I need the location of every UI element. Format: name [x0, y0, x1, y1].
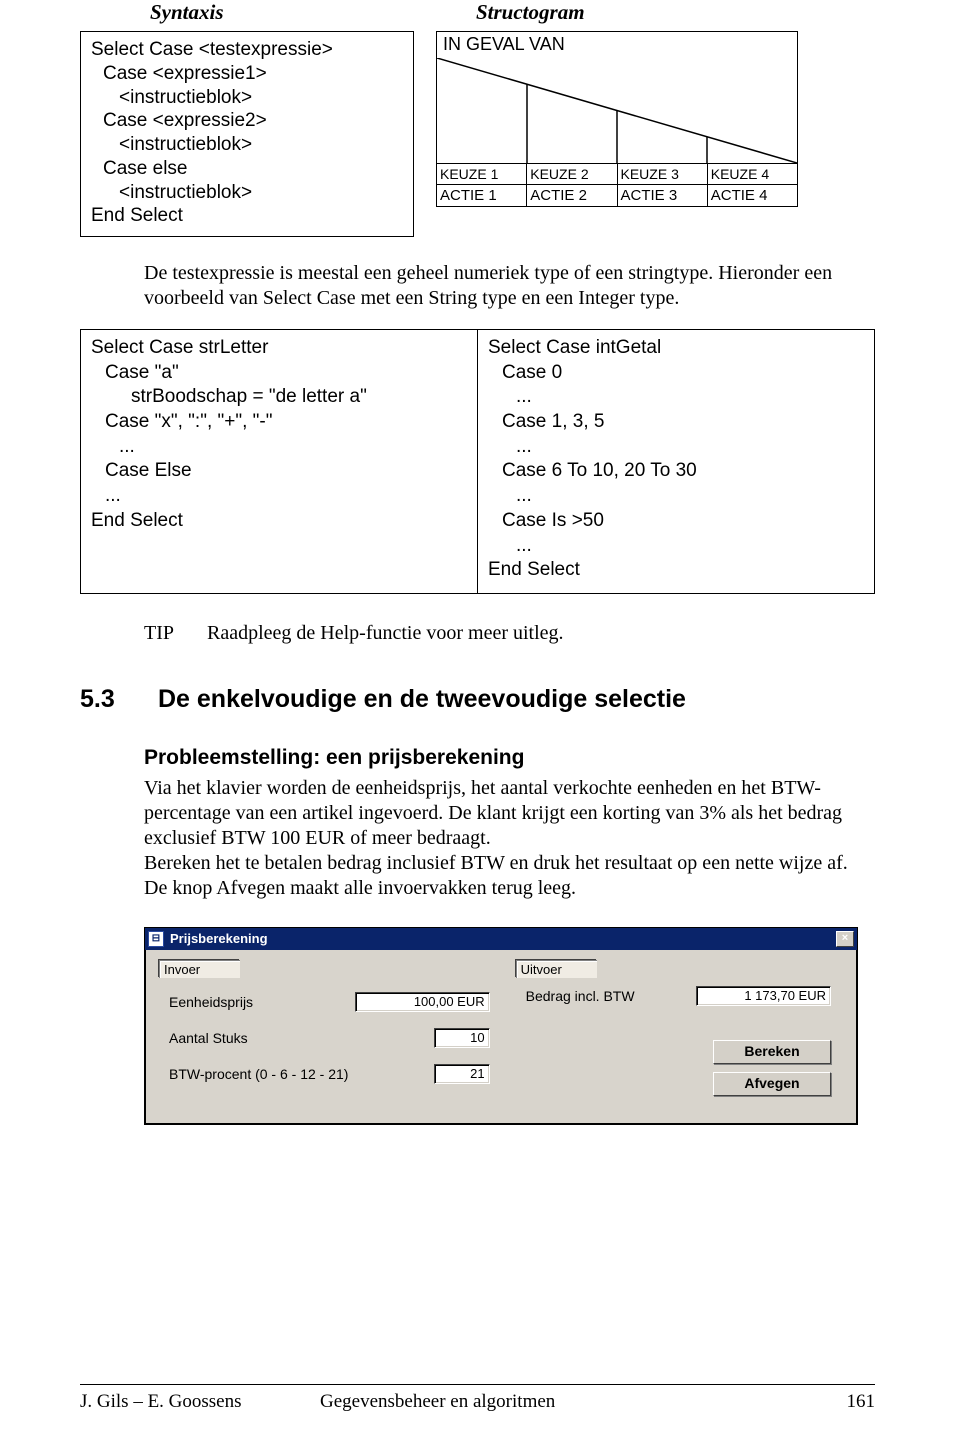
problem-paragraph: Via het klavier worden de eenheidsprijs,…	[144, 776, 875, 851]
heading-syntaxis: Syntaxis	[80, 0, 414, 25]
code-line: ...	[488, 435, 864, 460]
code-line: Case <expressie2>	[91, 109, 403, 133]
structogram-actie-row: ACTIE 1 ACTIE 2 ACTIE 3 ACTIE 4	[437, 184, 797, 206]
heading-structogram: Structogram	[436, 0, 875, 25]
code-line: End Select	[91, 204, 403, 228]
footer-title: Gegevensbeheer en algoritmen	[320, 1391, 815, 1413]
footer-rule	[80, 1384, 875, 1385]
example-right-box: Select Case intGetal Case 0 ... Case 1, …	[477, 329, 875, 594]
footer-authors: J. Gils – E. Goossens	[80, 1391, 320, 1413]
problem-heading: Probleemstelling: een prijsberekening	[144, 746, 875, 770]
fieldset-legend-invoer: Invoer	[159, 960, 240, 978]
code-line: ...	[488, 534, 864, 559]
structogram-box: IN GEVAL VAN KEUZE 1 KEUZE 2 KEUZE 3 KEU…	[436, 31, 798, 207]
input-btw[interactable]: 21	[434, 1064, 490, 1084]
label-bedrag: Bedrag incl. BTW	[526, 988, 688, 1004]
code-line: ...	[91, 484, 467, 509]
fieldset-invoer: Invoer Eenheidsprijs 100,00 EUR Aantal S…	[159, 962, 500, 1106]
structogram-keuze-row: KEUZE 1 KEUZE 2 KEUZE 3 KEUZE 4	[437, 163, 797, 184]
code-line: Case "x", ":", "+", "-"	[91, 410, 467, 435]
structogram-cell: KEUZE 2	[527, 164, 617, 184]
code-line: <instructieblok>	[91, 86, 403, 110]
section-number: 5.3	[80, 685, 130, 714]
syntax-box: Select Case <testexpressie> Case <expres…	[80, 31, 414, 237]
form-titlebar: ⊟ Prijsberekening ×	[145, 928, 857, 950]
code-line: ...	[488, 385, 864, 410]
fieldset-legend-uitvoer: Uitvoer	[516, 960, 597, 978]
structogram-header: IN GEVAL VAN	[437, 32, 797, 58]
code-line: Case 1, 3, 5	[488, 410, 864, 435]
structogram-cell: KEUZE 3	[618, 164, 708, 184]
structogram-cell: KEUZE 4	[708, 164, 797, 184]
code-line: Select Case <testexpressie>	[91, 38, 403, 62]
code-line: Case 6 To 10, 20 To 30	[488, 459, 864, 484]
example-left-box: Select Case strLetter Case "a" strBoodsc…	[80, 329, 478, 594]
label-aantal: Aantal Stuks	[169, 1030, 426, 1046]
form-window: ⊟ Prijsberekening × Invoer Eenheidsprijs…	[144, 927, 858, 1125]
code-line: End Select	[91, 509, 467, 534]
output-bedrag: 1 173,70 EUR	[696, 986, 831, 1006]
tip-label: TIP	[144, 622, 202, 645]
label-eenheidsprijs: Eenheidsprijs	[169, 994, 347, 1010]
structogram-cell: ACTIE 4	[708, 185, 797, 206]
code-line: Select Case strLetter	[91, 336, 467, 361]
code-line: Case Else	[91, 459, 467, 484]
structogram-cell: ACTIE 1	[437, 185, 527, 206]
code-line: <instructieblok>	[91, 181, 403, 205]
code-line: strBoodschap = "de letter a"	[91, 385, 467, 410]
structogram-cell: ACTIE 2	[527, 185, 617, 206]
page-footer: J. Gils – E. Goossens Gegevensbeheer en …	[80, 1391, 875, 1413]
input-aantal[interactable]: 10	[434, 1028, 490, 1048]
section-title: De enkelvoudige en de tweevoudige select…	[158, 685, 686, 714]
section-heading: 5.3 De enkelvoudige en de tweevoudige se…	[80, 685, 875, 714]
code-line: ...	[91, 435, 467, 460]
problem-paragraph: Bereken het te betalen bedrag inclusief …	[144, 851, 875, 901]
structogram-triangle	[437, 58, 797, 163]
close-icon[interactable]: ×	[836, 931, 854, 947]
structogram-cell: ACTIE 3	[618, 185, 708, 206]
structogram-cell: KEUZE 1	[437, 164, 527, 184]
code-line: Case Is >50	[488, 509, 864, 534]
form-icon: ⊟	[148, 931, 164, 947]
tip-text: Raadpleeg de Help-functie voor meer uitl…	[207, 622, 564, 644]
bereken-button[interactable]: Bereken	[713, 1040, 831, 1064]
footer-page-number: 161	[815, 1391, 875, 1413]
code-line: <instructieblok>	[91, 133, 403, 157]
input-eenheidsprijs[interactable]: 100,00 EUR	[355, 992, 490, 1012]
fieldset-uitvoer: Uitvoer Bedrag incl. BTW 1 173,70 EUR Be…	[516, 962, 841, 1106]
code-line: Case 0	[488, 361, 864, 386]
form-title: Prijsberekening	[170, 931, 836, 946]
code-line: Select Case intGetal	[488, 336, 864, 361]
code-line: End Select	[488, 558, 864, 583]
intro-paragraph: De testexpressie is meestal een geheel n…	[144, 261, 875, 311]
label-btw: BTW-procent (0 - 6 - 12 - 21)	[169, 1066, 426, 1082]
code-line: Case <expressie1>	[91, 62, 403, 86]
code-line: Case else	[91, 157, 403, 181]
afvegen-button[interactable]: Afvegen	[713, 1072, 831, 1096]
code-line: Case "a"	[91, 361, 467, 386]
code-line: ...	[488, 484, 864, 509]
